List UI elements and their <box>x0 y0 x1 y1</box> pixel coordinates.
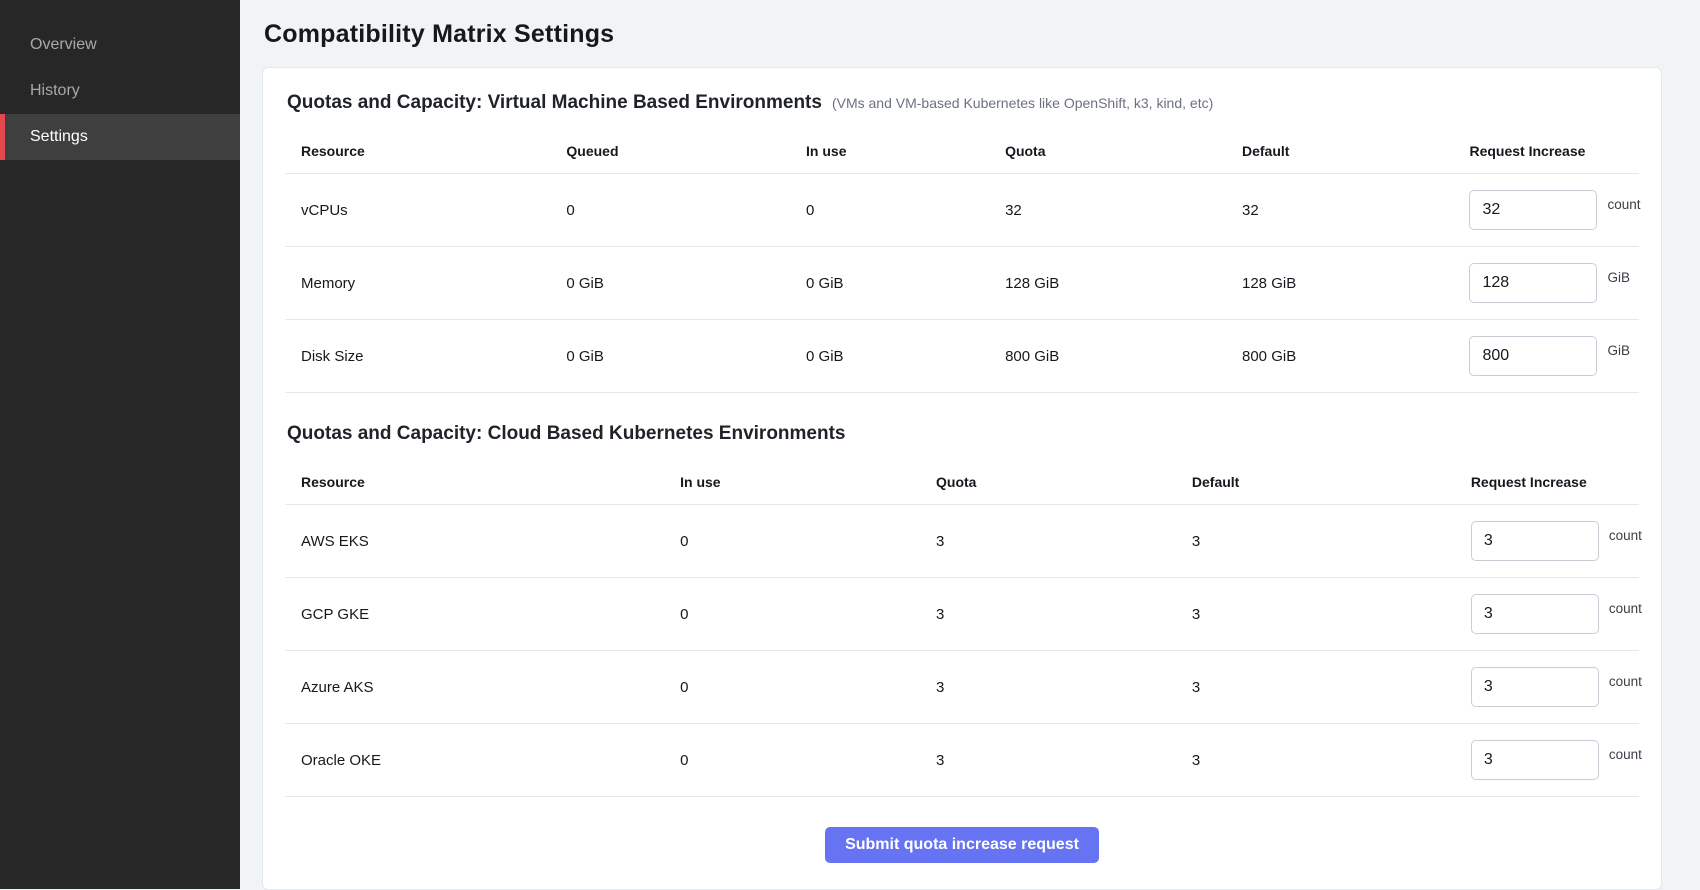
unit-label: count <box>1609 674 1642 689</box>
vm-section-title: Quotas and Capacity: Virtual Machine Bas… <box>287 92 822 114</box>
table-row-gcp-gke: GCP GKE 0 3 3 count <box>285 578 1639 651</box>
resource-name: GCP GKE <box>285 606 664 623</box>
request-increase-input[interactable] <box>1471 594 1599 634</box>
column-header-request-increase: Request Increase <box>1455 474 1639 490</box>
resource-name: vCPUs <box>285 202 550 219</box>
request-increase-cell: count <box>1455 594 1642 634</box>
table-row-memory: Memory 0 GiB 0 GiB 128 GiB 128 GiB GiB <box>285 247 1639 320</box>
column-header-default: Default <box>1226 143 1453 159</box>
cloud-section-title: Quotas and Capacity: Cloud Based Kuberne… <box>287 423 846 445</box>
column-header-queued: Queued <box>550 143 790 159</box>
quota-value: 128 GiB <box>989 275 1226 292</box>
unit-label: count <box>1607 197 1640 212</box>
default-value: 3 <box>1176 679 1455 696</box>
request-increase-cell: GiB <box>1453 336 1639 376</box>
column-header-request-increase: Request Increase <box>1453 143 1639 159</box>
table-row-aws-eks: AWS EKS 0 3 3 count <box>285 505 1639 578</box>
app-root: Overview History Settings Compatibility … <box>0 0 1700 889</box>
quota-value: 32 <box>989 202 1226 219</box>
unit-label: count <box>1609 528 1642 543</box>
sidebar-item-settings[interactable]: Settings <box>0 114 240 160</box>
resource-name: Oracle OKE <box>285 752 664 769</box>
vm-section-header: Quotas and Capacity: Virtual Machine Bas… <box>285 92 1639 114</box>
in-use-value: 0 <box>790 202 989 219</box>
in-use-value: 0 GiB <box>790 348 989 365</box>
queued-value: 0 <box>550 202 790 219</box>
request-increase-input[interactable] <box>1469 190 1597 230</box>
sidebar-nav: Overview History Settings <box>0 22 240 160</box>
default-value: 800 GiB <box>1226 348 1453 365</box>
cloud-quota-table: Resource In use Quota Default Request In… <box>285 459 1639 797</box>
unit-label: count <box>1609 601 1642 616</box>
unit-label: GiB <box>1607 343 1630 358</box>
request-increase-input[interactable] <box>1471 521 1599 561</box>
default-value: 128 GiB <box>1226 275 1453 292</box>
default-value: 3 <box>1176 606 1455 623</box>
sidebar-item-history[interactable]: History <box>0 68 240 114</box>
table-row-oracle-oke: Oracle OKE 0 3 3 count <box>285 724 1639 797</box>
request-increase-input[interactable] <box>1469 263 1597 303</box>
table-row-vcpus: vCPUs 0 0 32 32 count <box>285 174 1639 247</box>
column-header-quota: Quota <box>989 143 1226 159</box>
submit-quota-increase-button[interactable]: Submit quota increase request <box>825 827 1099 863</box>
request-increase-cell: GiB <box>1453 263 1639 303</box>
default-value: 3 <box>1176 533 1455 550</box>
card-actions: Submit quota increase request <box>285 797 1639 869</box>
request-increase-input[interactable] <box>1471 667 1599 707</box>
main-content: Compatibility Matrix Settings Quotas and… <box>240 0 1700 889</box>
default-value: 32 <box>1226 202 1453 219</box>
sidebar: Overview History Settings <box>0 0 240 889</box>
column-header-in-use: In use <box>790 143 989 159</box>
in-use-value: 0 GiB <box>790 275 989 292</box>
quota-value: 800 GiB <box>989 348 1226 365</box>
sidebar-item-overview[interactable]: Overview <box>0 22 240 68</box>
quota-value: 3 <box>920 752 1176 769</box>
quota-value: 3 <box>920 606 1176 623</box>
in-use-value: 0 <box>664 606 920 623</box>
table-row-azure-aks: Azure AKS 0 3 3 count <box>285 651 1639 724</box>
settings-card: Quotas and Capacity: Virtual Machine Bas… <box>262 67 1662 890</box>
default-value: 3 <box>1176 752 1455 769</box>
column-header-resource: Resource <box>285 143 550 159</box>
queued-value: 0 GiB <box>550 348 790 365</box>
column-header-in-use: In use <box>664 474 920 490</box>
column-header-quota: Quota <box>920 474 1176 490</box>
vm-table-header-row: Resource Queued In use Quota Default Req… <box>285 128 1639 174</box>
column-header-resource: Resource <box>285 474 664 490</box>
request-increase-input[interactable] <box>1469 336 1597 376</box>
vm-quota-table: Resource Queued In use Quota Default Req… <box>285 128 1639 393</box>
unit-label: GiB <box>1607 270 1630 285</box>
page-title: Compatibility Matrix Settings <box>264 20 1662 49</box>
cloud-table-header-row: Resource In use Quota Default Request In… <box>285 459 1639 505</box>
unit-label: count <box>1609 747 1642 762</box>
table-row-disk-size: Disk Size 0 GiB 0 GiB 800 GiB 800 GiB Gi… <box>285 320 1639 393</box>
quota-value: 3 <box>920 679 1176 696</box>
resource-name: AWS EKS <box>285 533 664 550</box>
column-header-default: Default <box>1176 474 1455 490</box>
quota-value: 3 <box>920 533 1176 550</box>
cloud-section-header: Quotas and Capacity: Cloud Based Kuberne… <box>285 423 1639 445</box>
request-increase-cell: count <box>1453 190 1640 230</box>
request-increase-input[interactable] <box>1471 740 1599 780</box>
in-use-value: 0 <box>664 679 920 696</box>
resource-name: Azure AKS <box>285 679 664 696</box>
queued-value: 0 GiB <box>550 275 790 292</box>
in-use-value: 0 <box>664 752 920 769</box>
resource-name: Memory <box>285 275 550 292</box>
in-use-value: 0 <box>664 533 920 550</box>
request-increase-cell: count <box>1455 667 1642 707</box>
request-increase-cell: count <box>1455 521 1642 561</box>
resource-name: Disk Size <box>285 348 550 365</box>
vm-section-subtitle: (VMs and VM-based Kubernetes like OpenSh… <box>832 95 1213 111</box>
request-increase-cell: count <box>1455 740 1642 780</box>
